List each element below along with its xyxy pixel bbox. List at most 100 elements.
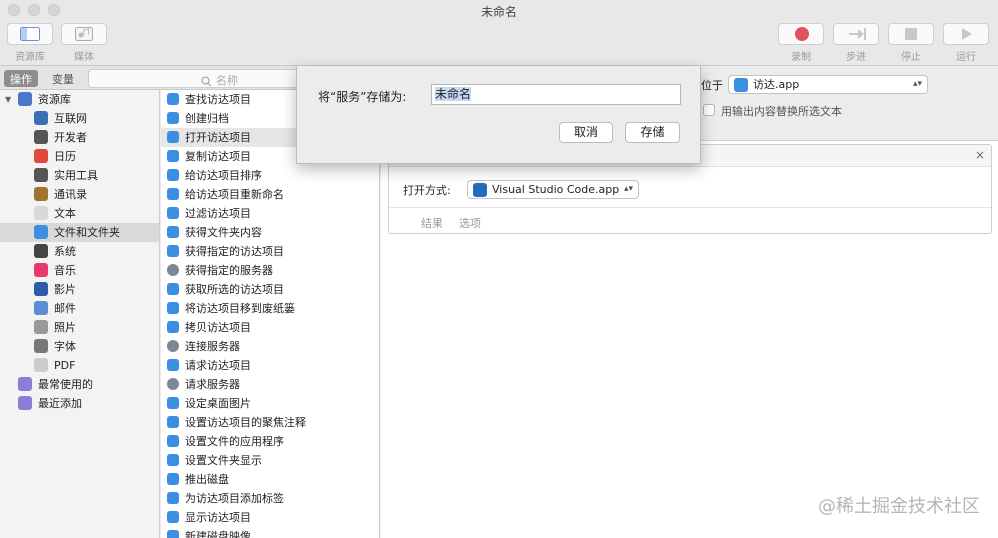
library-item[interactable]: 实用工具	[0, 166, 159, 185]
stop-icon	[888, 23, 934, 45]
action-item[interactable]: 推出磁盘	[161, 470, 379, 489]
location-label: 位于	[701, 79, 723, 92]
library-item[interactable]: 音乐	[0, 261, 159, 280]
action-item[interactable]: 设定桌面图片	[161, 394, 379, 413]
action-item-label: 创建归档	[185, 112, 229, 125]
action-item[interactable]: 获取所选的访达项目	[161, 280, 379, 299]
media-button[interactable]: 媒体	[60, 23, 108, 63]
record-button[interactable]: 录制	[777, 23, 825, 63]
finder-icon	[734, 78, 748, 92]
finder-icon	[167, 416, 179, 428]
library-item[interactable]: 开发者	[0, 128, 159, 147]
action-item-label: 请求服务器	[185, 378, 240, 391]
contacts-icon	[34, 187, 48, 201]
library-item[interactable]: 互联网	[0, 109, 159, 128]
library-item-label: 文件和文件夹	[54, 226, 120, 239]
library-item[interactable]: 系统	[0, 242, 159, 261]
finder-icon	[167, 435, 179, 447]
action-item[interactable]: 获得文件夹内容	[161, 223, 379, 242]
action-item[interactable]: 给访达项目排序	[161, 166, 379, 185]
action-item[interactable]: 请求访达项目	[161, 356, 379, 375]
action-item[interactable]: 给访达项目重新命名	[161, 185, 379, 204]
action-item-label: 新建磁盘映像	[185, 530, 251, 538]
library-item-label: 文本	[54, 207, 76, 220]
action-item-label: 连接服务器	[185, 340, 240, 353]
location-value: 访达.app	[753, 78, 800, 91]
finder-icon	[167, 207, 179, 219]
action-item-label: 给访达项目重新命名	[185, 188, 284, 201]
action-item-label: 推出磁盘	[185, 473, 229, 486]
service-name-field[interactable]: 未命名	[431, 84, 681, 105]
window-title: 未命名	[480, 5, 517, 19]
tab-variables[interactable]: 变量	[46, 70, 80, 87]
library-item-label: 系统	[54, 245, 76, 258]
library-item-label: 照片	[54, 321, 76, 334]
action-item-label: 获得指定的访达项目	[185, 245, 284, 258]
library-item[interactable]: PDF	[0, 356, 159, 375]
finder-icon	[167, 359, 179, 371]
pdf-icon	[34, 358, 48, 372]
action-item[interactable]: 获得指定的访达项目	[161, 242, 379, 261]
action-item[interactable]: 为访达项目添加标签	[161, 489, 379, 508]
developer-tools-icon	[34, 130, 48, 144]
utilities-icon	[34, 168, 48, 182]
finder-icon	[167, 169, 179, 181]
library-item[interactable]: 照片	[0, 318, 159, 337]
action-item[interactable]: 过滤访达项目	[161, 204, 379, 223]
action-item[interactable]: 新建磁盘映像	[161, 527, 379, 538]
open-with-label: 打开方式:	[403, 184, 451, 197]
library-item[interactable]: 字体	[0, 337, 159, 356]
library-item[interactable]: 邮件	[0, 299, 159, 318]
library-item[interactable]: 最常使用的	[0, 375, 159, 394]
library-item-label: 实用工具	[54, 169, 98, 182]
library-item-label: 最近添加	[38, 397, 82, 410]
save-button[interactable]: 存储	[625, 122, 680, 143]
media-icon	[61, 23, 107, 45]
library-item[interactable]: 日历	[0, 147, 159, 166]
action-item[interactable]: 将访达项目移到废纸篓	[161, 299, 379, 318]
action-item-label: 获得文件夹内容	[185, 226, 262, 239]
library-item-label: 互联网	[54, 112, 87, 125]
server-icon	[167, 264, 179, 276]
replace-output-label: 用输出内容替换所选文本	[721, 105, 842, 118]
action-item[interactable]: 连接服务器	[161, 337, 379, 356]
tab-results[interactable]: 结果	[421, 215, 443, 231]
action-item[interactable]: 设置访达项目的聚焦注释	[161, 413, 379, 432]
disclosure-triangle-icon[interactable]: ▼	[5, 90, 11, 109]
library-item[interactable]: 文本	[0, 204, 159, 223]
music-icon	[34, 263, 48, 277]
location-popup[interactable]: 访达.app ▴▾	[728, 75, 928, 94]
replace-output-checkbox[interactable]	[703, 104, 715, 116]
finder-icon	[167, 511, 179, 523]
server-icon	[167, 378, 179, 390]
library-item[interactable]: ▼ 资源库	[0, 90, 159, 109]
library-item-label: 字体	[54, 340, 76, 353]
library-toggle-button[interactable]: 资源库	[6, 23, 54, 63]
action-item[interactable]: 请求服务器	[161, 375, 379, 394]
stop-button[interactable]: 停止	[887, 23, 935, 63]
close-icon[interactable]: ×	[975, 148, 985, 162]
action-item[interactable]: 设置文件夹显示	[161, 451, 379, 470]
action-item[interactable]: 设置文件的应用程序	[161, 432, 379, 451]
font-icon	[34, 339, 48, 353]
action-item-label: 过滤访达项目	[185, 207, 251, 220]
action-item[interactable]: 显示访达项目	[161, 508, 379, 527]
text-icon	[34, 206, 48, 220]
action-item[interactable]: 获得指定的服务器	[161, 261, 379, 280]
step-button[interactable]: 步进	[832, 23, 880, 63]
library-item[interactable]: 最近添加	[0, 394, 159, 413]
finder-icon	[167, 112, 179, 124]
action-item[interactable]: 拷贝访达项目	[161, 318, 379, 337]
cancel-button[interactable]: 取消	[559, 122, 613, 143]
finder-icon	[167, 226, 179, 238]
library-item[interactable]: 文件和文件夹	[0, 223, 159, 242]
tab-options[interactable]: 选项	[459, 215, 481, 231]
open-with-popup[interactable]: Visual Studio Code.app ▴▾	[467, 180, 639, 199]
library-item[interactable]: 通讯录	[0, 185, 159, 204]
run-button[interactable]: 运行	[942, 23, 990, 63]
library-item-label: 影片	[54, 283, 76, 296]
chevron-updown-icon: ▴▾	[623, 184, 633, 194]
library-list: ▼ 资源库互联网开发者 日历实用工具通讯录文本文件和文件夹 系统音乐影片邮件照片字体 P…	[0, 90, 160, 538]
tab-actions[interactable]: 操作	[4, 70, 38, 87]
library-item[interactable]: 影片	[0, 280, 159, 299]
